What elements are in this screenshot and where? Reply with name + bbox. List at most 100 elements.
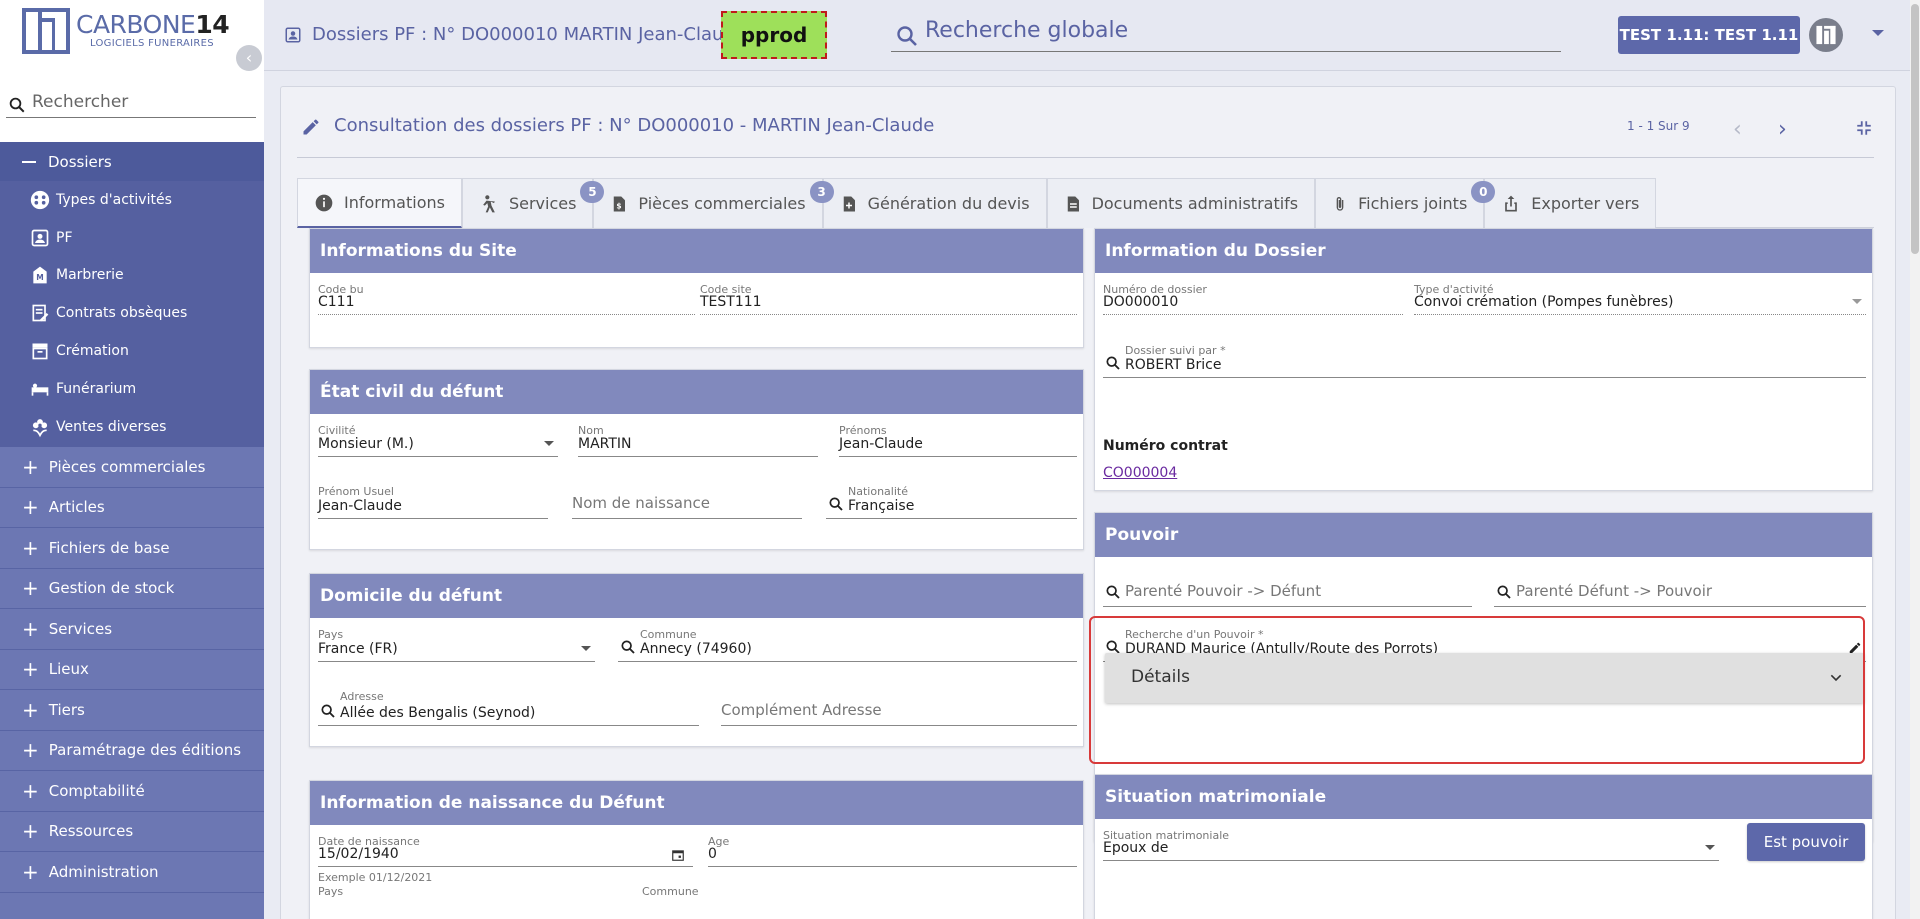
carbone14-logo-icon [1816,25,1836,45]
prenoms-field[interactable]: Prénoms Jean-Claude [839,422,1077,457]
calendar-icon[interactable] [671,848,685,862]
numero-contrat-label: Numéro contrat [1103,438,1228,454]
sidebar: CARBONE14 LOGICIELS FUNERAIRES ‹ Recherc… [0,0,264,919]
sidebar-item-administration[interactable]: + Administration [0,852,264,893]
panel-informations-site: Informations du Site Code bu C111 Code s… [309,228,1084,348]
tab-badge-count: 0 [1471,181,1496,203]
search-icon [1106,585,1120,599]
sidebar-item-lieux[interactable]: + Lieux [0,649,264,690]
sidebar-item-tiers[interactable]: + Tiers [0,690,264,731]
civilite-select[interactable]: Civilité Monsieur (M.) [318,422,558,457]
domicile-adresse-field[interactable]: Adresse Allée des Bengalis (Seynod) [318,688,699,726]
nationalite-field[interactable]: Nationalité Française [826,483,1077,519]
sidebar-item-cremation[interactable]: Crémation [0,332,264,370]
numero-dossier-field[interactable]: Numéro de dossier DO000010 [1103,281,1403,315]
page-scrollbar-thumb[interactable] [1911,4,1919,254]
tab-badge-count: 3 [809,181,834,203]
tab-generation-devis[interactable]: Génération du devis [822,178,1047,228]
sidebar-item-pf[interactable]: PF [0,219,264,257]
parente-pouvoir-defunt-field[interactable]: Parenté Pouvoir -> Défunt [1103,573,1472,607]
tab-informations[interactable]: Informations [297,178,462,228]
sidebar-section-dossiers[interactable]: Dossiers [0,142,264,181]
tab-fichiers-joints[interactable]: Fichiers joints 0 [1315,178,1496,228]
marbrerie-icon: M [28,264,52,286]
domicile-commune-field[interactable]: Commune Annecy (74960) [618,626,1077,662]
sidebar-item-ressources[interactable]: + Ressources [0,811,264,852]
document-icon [1064,193,1082,215]
date-hint: Exemple 01/12/2021 [318,871,433,884]
code-bu-field[interactable]: Code bu C111 [318,281,695,315]
dossiers-submenu: Types d'activités PF M Marbrerie Contrat… [0,181,264,447]
sidebar-item-comptabilite[interactable]: + Comptabilité [0,771,264,812]
type-activite-select[interactable]: Type d'activité Convoi crémation (Pompes… [1414,281,1866,315]
archive-box-icon [28,340,52,362]
pencil-icon [303,119,319,135]
breadcrumb[interactable]: Dossiers PF : N° DO000010 MARTIN Jean-Cl… [312,24,746,45]
search-icon [897,26,917,46]
collapse-sidebar-button[interactable]: ‹ [236,45,262,71]
date-naissance-field[interactable]: Date de naissance 15/02/1940 [318,833,693,867]
panel-situation-matrimoniale: Situation matrimoniale Situation matrimo… [1094,774,1873,919]
numero-contrat-link[interactable]: CO000004 [1103,465,1177,481]
caret-down-icon [1705,845,1715,850]
global-search-input[interactable]: Recherche globale [891,16,1561,52]
domicile-pays-select[interactable]: Pays France (FR) [318,626,595,662]
prenom-usuel-field[interactable]: Prénom Usuel Jean-Claude [318,483,548,519]
search-icon [621,640,635,654]
est-pouvoir-button[interactable]: Est pouvoir [1747,823,1865,861]
sidebar-item-funerarium[interactable]: Funérarium [0,370,264,408]
top-bar: Dossiers PF : N° DO000010 MARTIN Jean-Cl… [264,0,1920,71]
avatar[interactable] [1809,18,1843,52]
panel-domicile: Domicile du défunt Pays France (FR) Comm… [309,573,1084,747]
complement-adresse-field[interactable]: Complément Adresse [721,688,1077,726]
brand-name: CARBONE14 [76,10,230,39]
sidebar-item-services[interactable]: + Services [0,609,264,650]
sidebar-item-gestion-de-stock[interactable]: + Gestion de stock [0,568,264,609]
tab-pieces-commerciales[interactable]: $ Pièces commerciales 3 [593,178,834,228]
sidebar-item-fichiers-de-base[interactable]: + Fichiers de base [0,528,264,569]
sidebar-item-types-activites[interactable]: Types d'activités [0,181,264,219]
compress-icon[interactable] [1855,119,1873,137]
panel-etat-civil: État civil du défunt Civilité Monsieur (… [309,369,1084,550]
carbone14-logo-icon [22,8,70,54]
sidebar-search-placeholder: Rechercher [32,92,129,112]
sidebar-item-articles[interactable]: + Articles [0,487,264,528]
tab-services[interactable]: Services 5 [461,178,605,228]
caret-down-icon [581,646,591,651]
sidebar-section-label: Dossiers [48,152,112,171]
dossier-suivi-par-field[interactable]: Dossier suivi par * ROBERT Brice [1103,342,1866,378]
tab-badge-count: 5 [580,181,605,203]
nom-field[interactable]: Nom MARTIN [578,422,818,457]
chevron-down-icon[interactable] [1872,30,1884,36]
user-button[interactable]: TEST 1.11: TEST 1.11 [1618,16,1800,54]
search-icon [1497,585,1511,599]
sidebar-item-parametrage-editions[interactable]: + Paramétrage des éditions [0,730,264,771]
plus-icon: + [22,535,39,560]
sidebar-item-ventes-diverses[interactable]: Ventes diverses [0,408,264,446]
pager-previous-button[interactable]: ‹ [1733,117,1742,142]
tab-exporter-vers[interactable]: Exporter vers [1484,178,1657,228]
panel-information-dossier: Information du Dossier Numéro de dossier… [1094,228,1873,491]
code-site-field[interactable]: Code site TEST111 [700,281,1077,315]
plus-icon: + [22,576,39,601]
sidebar-item-marbrerie[interactable]: M Marbrerie [0,257,264,295]
contract-sign-icon [28,302,52,324]
sidebar-item-pieces-commerciales[interactable]: + Pièces commerciales [0,447,264,488]
pager-next-button[interactable]: › [1778,117,1787,142]
tab-documents-administratifs[interactable]: Documents administratifs [1046,178,1316,228]
share-export-icon [1501,193,1521,215]
sidebar-item-contrats-obseques[interactable]: Contrats obsèques [0,294,264,332]
panel-title: Situation matrimoniale [1095,775,1872,819]
plus-icon: + [22,616,39,641]
contact-card-icon [285,27,301,43]
panel-title: Information du Dossier [1095,229,1872,273]
paperclip-icon [1332,193,1348,215]
sidebar-search-input[interactable]: Rechercher [6,90,256,118]
logo-area: CARBONE14 LOGICIELS FUNERAIRES ‹ Recherc… [0,0,264,142]
search-icon [9,97,25,113]
age-field[interactable]: Age 0 [708,833,1077,867]
situation-matrimoniale-select[interactable]: Situation matrimoniale Epoux de [1103,827,1719,861]
parente-defunt-pouvoir-field[interactable]: Parenté Défunt -> Pouvoir [1494,573,1866,607]
plus-icon: + [22,454,39,479]
nom-naissance-field[interactable]: Nom de naissance [572,483,802,519]
